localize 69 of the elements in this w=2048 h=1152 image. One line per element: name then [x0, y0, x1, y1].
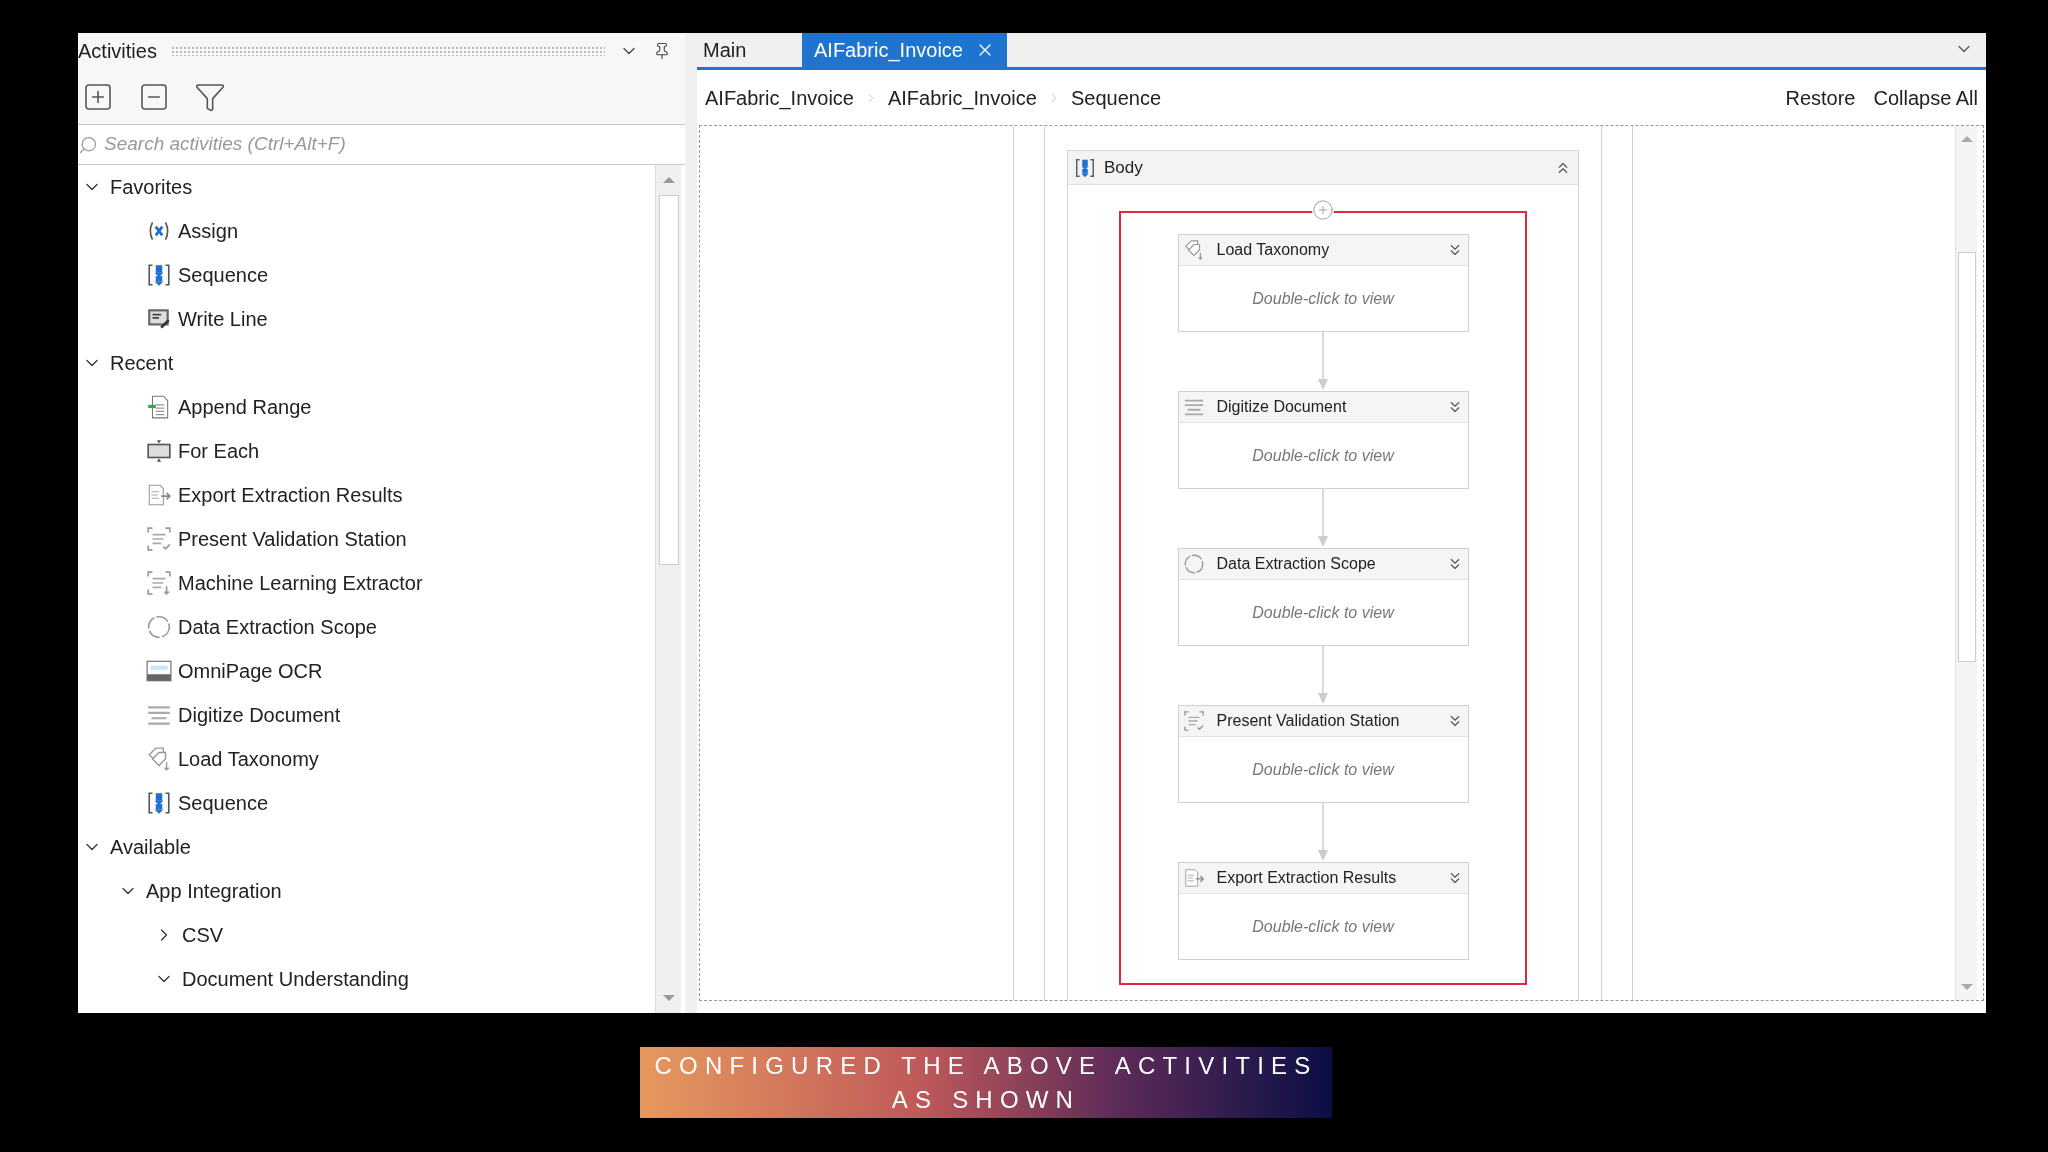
toolbar-link[interactable]: Restore	[1785, 82, 1856, 113]
document-tab[interactable]: Main	[697, 33, 802, 67]
document-tab[interactable]: AIFabric_Invoice	[802, 33, 1007, 67]
toolbar-link[interactable]: Collapse All	[1873, 82, 1978, 113]
activity-item[interactable]: Digitize Document	[178, 700, 341, 730]
pin-icon[interactable]	[653, 42, 671, 60]
document-scan-icon	[146, 570, 172, 596]
activity-hint: Double-click to view	[1252, 445, 1394, 466]
category-label[interactable]: Favorites	[110, 172, 193, 202]
sequence-icon	[1074, 156, 1096, 179]
activity-item[interactable]: Export Extraction Results	[178, 480, 403, 510]
circle-icon	[1182, 553, 1205, 575]
scanner-icon	[146, 658, 172, 684]
activity-card[interactable]: Data Extraction Scope Double-click to view	[1177, 548, 1469, 646]
panel-title: Activities	[78, 39, 157, 64]
activity-item[interactable]: Machine Learning Extractor	[178, 568, 423, 598]
caption-text: CONFIGURED THE ABOVE ACTIVITIES	[654, 1050, 1318, 1081]
activity-card[interactable]: Present Validation Station Double-click to view	[1177, 705, 1469, 803]
scrollbar[interactable]	[655, 165, 681, 1013]
category-label[interactable]: Document Understanding	[182, 964, 409, 994]
sequence-icon	[146, 790, 172, 816]
document-arrow-icon	[1182, 867, 1205, 889]
breadcrumb-link[interactable]: AIFabric_Invoice	[705, 82, 854, 113]
document-scan-icon	[1182, 710, 1205, 732]
search-field[interactable]: Search activities (Ctrl+Alt+F)	[104, 130, 685, 159]
activity-hint: Double-click to view	[1252, 916, 1394, 937]
breadcrumb-link[interactable]: AIFabric_Invoice	[887, 82, 1037, 113]
activity-title: Present Validation Station	[1216, 711, 1400, 731]
connector-arrow	[1317, 332, 1329, 391]
activity-item[interactable]: Present Validation Station	[178, 524, 407, 554]
activity-item[interactable]: Data Extraction Scope	[178, 612, 377, 642]
activity-hint: Double-click to view	[1252, 602, 1394, 623]
category-label[interactable]: App Integration	[146, 876, 282, 906]
activity-title: Digitize Document	[1216, 397, 1347, 417]
activity-item[interactable]: Assign	[178, 216, 239, 246]
activity-item[interactable]: Load Taxonomy	[178, 744, 319, 774]
activity-card[interactable]: Export Extraction Results Double-click to view	[1177, 862, 1469, 960]
activity-item[interactable]: Write Line	[178, 304, 268, 334]
activity-hint: Double-click to view	[1252, 759, 1394, 780]
category-label[interactable]: CSV	[182, 920, 224, 950]
scrollbar[interactable]	[1955, 126, 1977, 1000]
tags-icon	[1182, 239, 1205, 261]
sequence-icon	[146, 262, 172, 288]
search-box[interactable]: Search activities (Ctrl+Alt+F)	[78, 125, 685, 165]
category-label[interactable]: Recent	[110, 348, 174, 378]
category-label[interactable]: Available	[110, 832, 191, 862]
tags-icon	[146, 746, 172, 772]
activity-card[interactable]: Load Taxonomy Double-click to view	[1177, 234, 1469, 332]
activity-item[interactable]: For Each	[178, 436, 260, 466]
activity-title: Export Extraction Results	[1216, 868, 1397, 888]
activity-item[interactable]: Sequence	[178, 788, 269, 818]
activity-item[interactable]: OmniPage OCR	[178, 656, 323, 686]
breadcrumb-link[interactable]: Sequence	[1070, 82, 1161, 113]
activity-hint: Double-click to view	[1252, 288, 1394, 309]
circle-icon	[146, 614, 172, 640]
activity-title: Load Taxonomy	[1216, 240, 1330, 260]
connector-arrow	[1317, 803, 1329, 862]
activity-title: Data Extraction Scope	[1216, 554, 1376, 574]
caption-text: AS SHOWN	[891, 1084, 1081, 1115]
document-scan-icon	[146, 526, 172, 552]
document-arrow-icon	[146, 482, 172, 508]
loop-icon	[146, 438, 172, 464]
connector-arrow	[1317, 489, 1329, 548]
search-icon	[78, 134, 98, 155]
connector-arrow	[1317, 646, 1329, 705]
container-title: Body	[1104, 156, 1143, 179]
activity-card[interactable]: Digitize Document Double-click to view	[1177, 391, 1469, 489]
activity-item[interactable]: Sequence	[178, 260, 269, 290]
activity-item[interactable]: Append Range	[178, 392, 312, 422]
